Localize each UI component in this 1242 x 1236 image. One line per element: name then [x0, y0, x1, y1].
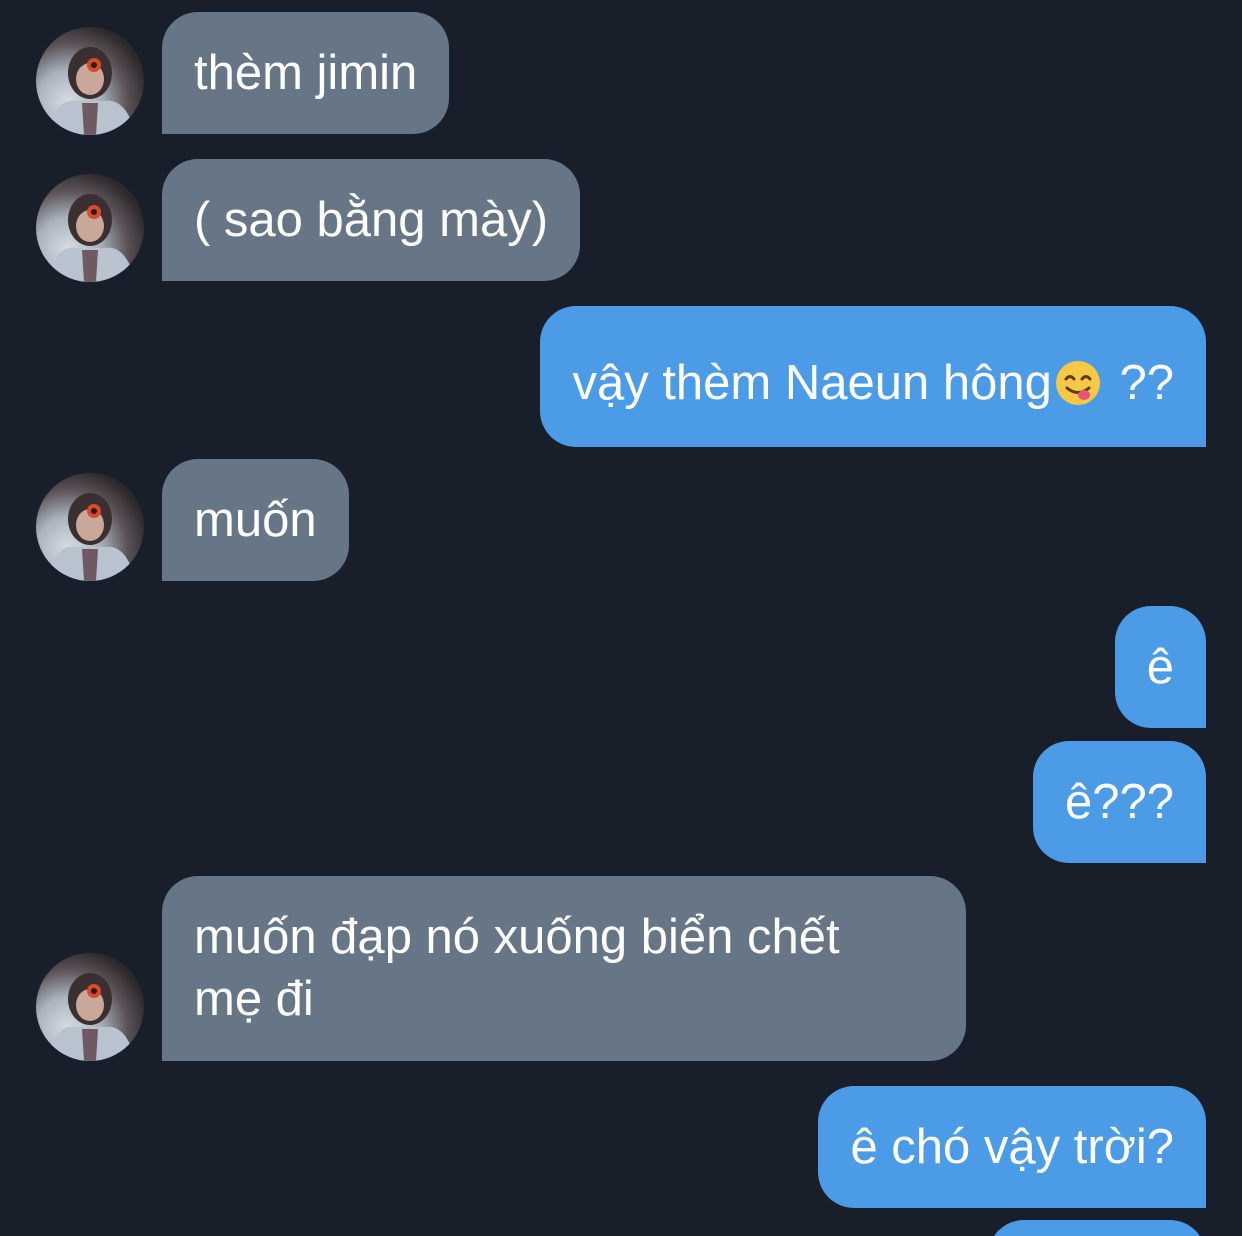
message-text-line-1: muốn đạp nó xuống biển chết [194, 910, 840, 964]
contact-avatar[interactable] [36, 174, 144, 282]
incoming-message[interactable]: ( sao bằng mày) [162, 159, 581, 281]
chat-thread: thèm jimin ( sao bằng mày) vậy thèm Naeu… [0, 0, 1242, 1236]
message-text: ê chó vậy trời? [850, 1120, 1174, 1174]
message-text-suffix: ?? [1105, 356, 1174, 410]
incoming-message[interactable]: thèm jimin [162, 12, 450, 134]
yum-face-emoji-icon [1054, 359, 1102, 407]
message-text: ( sao bằng mày) [194, 193, 549, 247]
incoming-message[interactable]: muốn đạp nó xuống biển chết mẹ đi [162, 876, 966, 1061]
contact-avatar[interactable] [36, 27, 144, 135]
contact-avatar[interactable] [36, 473, 144, 581]
message-text: vậy thèm Naeun hông [572, 356, 1052, 410]
outgoing-message[interactable]: vậy thèm Naeun hông ?? [540, 306, 1206, 447]
incoming-message[interactable]: muốn [162, 459, 349, 581]
message-text: thèm jimin [194, 46, 418, 100]
contact-avatar[interactable] [36, 953, 144, 1061]
outgoing-message[interactable]: ê [1114, 606, 1206, 728]
message-text-line-2: mẹ đi [194, 972, 314, 1026]
message-text: muốn [194, 493, 317, 547]
outgoing-message[interactable]: ê chó vậy trời? [818, 1086, 1206, 1208]
outgoing-message[interactable]: ê??? [1032, 741, 1206, 863]
outgoing-message-partial[interactable] [988, 1220, 1206, 1236]
message-text: ê??? [1064, 775, 1174, 829]
message-text: ê [1146, 640, 1174, 694]
